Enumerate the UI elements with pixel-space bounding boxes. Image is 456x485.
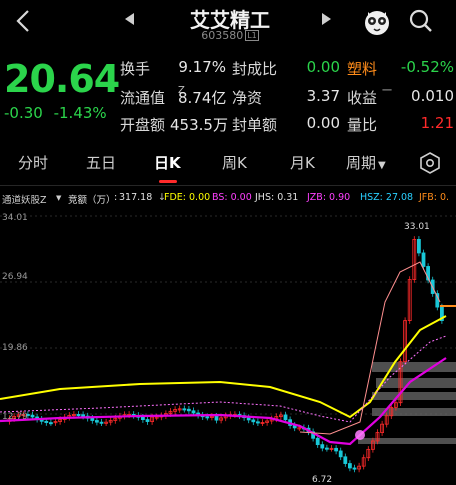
net-asset-label: 净资	[232, 89, 263, 107]
dropdown-caret-icon: ▼	[378, 160, 386, 171]
low-annotation: 6.72	[312, 475, 332, 485]
earnings-label: 收益	[347, 89, 378, 107]
candle-body	[182, 408, 187, 411]
candle-body	[334, 447, 339, 452]
prev-stock-icon[interactable]	[125, 13, 134, 25]
seal-amount-label: 封单额	[232, 116, 278, 134]
active-tab-indicator	[159, 180, 177, 183]
candle-body	[347, 463, 352, 469]
kline-chart[interactable]: 34.01 26.94 19.86 12.79 33.01 6.72	[0, 212, 456, 485]
back-arrow-icon[interactable]	[12, 8, 34, 34]
level-badge: L1	[245, 30, 259, 41]
top-bar: 艾艾精工 603580 L1	[0, 0, 456, 48]
volume-ratio-value: 1.21	[420, 114, 454, 132]
candle-body	[145, 419, 150, 422]
earnings-value: 0.010	[411, 87, 454, 105]
stock-code: 603580 L1	[150, 29, 310, 42]
bid-amount-label: 竞额（万）	[68, 195, 116, 206]
earnings-mark: 一	[382, 86, 392, 97]
period-tabs: 分时 五日 日K 周K 月K 周期 ▼	[0, 146, 456, 184]
indicator-name[interactable]: 通道妖股Z	[2, 192, 47, 206]
jzb-value: JZB: 0.90	[307, 192, 351, 203]
change-amount: -0.30	[4, 104, 43, 122]
candle-body	[324, 447, 329, 450]
moving-average-lines	[0, 261, 456, 446]
seal-ratio-label: 封成比	[232, 60, 278, 78]
tab-intraday[interactable]: 分时	[18, 152, 48, 173]
sector-name[interactable]: 塑料	[347, 58, 377, 79]
chart-settings-icon[interactable]	[419, 152, 441, 174]
indicator-strip[interactable]: 通道妖股Z ▼ 竞额（万） : 317.18 ↓ FDE: 0.00 BS: 0…	[0, 192, 456, 208]
hsz-value: HSZ: 27.08	[360, 192, 414, 203]
tab-period[interactable]: 周期 ▼	[346, 152, 386, 173]
candlestick-series	[7, 236, 444, 473]
candle-body	[44, 420, 49, 423]
candle-body	[320, 444, 325, 449]
candle-body	[214, 415, 219, 421]
tab-period-label: 周期	[346, 154, 377, 172]
candle-body	[49, 422, 53, 425]
candle-body	[251, 419, 256, 423]
open-amount-value: 453.5万	[170, 116, 228, 134]
y-tick-3: 19.86	[2, 343, 28, 353]
candle-body	[283, 414, 288, 421]
candle-body	[421, 252, 426, 267]
net-asset-value: 3.37	[306, 87, 340, 105]
candle-body	[343, 456, 348, 464]
sector-change: -0.52%	[400, 58, 454, 76]
stock-code-text: 603580	[201, 29, 244, 42]
pressure-band	[372, 392, 456, 400]
candle-body	[255, 421, 260, 424]
last-price: 20.64	[4, 57, 120, 101]
turnover-value: 9.17%	[178, 58, 226, 76]
turnover-label: 换手	[120, 60, 151, 78]
tab-five-day[interactable]: 五日	[86, 152, 116, 173]
float-cap-value: 8.74亿	[178, 89, 227, 107]
owl-assistant-icon[interactable]	[362, 7, 392, 37]
candle-body	[246, 417, 251, 421]
high-annotation: 33.01	[404, 222, 430, 232]
tab-weekly-k[interactable]: 周K	[222, 152, 247, 173]
price-change: -0.30 -1.43%	[4, 104, 113, 122]
candle-body	[140, 416, 145, 420]
candle-body	[76, 414, 81, 417]
jhs-value: JHS: 0.31	[255, 192, 299, 203]
float-cap-label: 流通值	[120, 89, 166, 107]
tab-daily-k[interactable]: 日K	[154, 152, 181, 173]
tab-monthly-k[interactable]: 月K	[290, 152, 315, 173]
candle-body	[416, 239, 421, 254]
signal-dot-icon	[355, 430, 365, 440]
y-tick-4: 12.79	[2, 412, 28, 422]
candle-body	[99, 421, 104, 424]
search-icon[interactable]	[408, 8, 434, 34]
y-tick-2: 26.94	[2, 272, 28, 282]
bs-value: BS: 0.00	[212, 192, 252, 203]
open-amount-label: 开盘额	[120, 116, 166, 134]
candle-body	[315, 437, 320, 446]
candle-body	[95, 420, 99, 423]
pressure-band	[372, 362, 456, 372]
candle-body	[90, 417, 95, 421]
y-tick-top: 34.01	[2, 213, 28, 223]
seal-amount-value: 0.00	[306, 114, 340, 132]
candle-body	[352, 467, 357, 470]
fde-value: FDE: 0.00	[164, 192, 211, 203]
next-stock-icon[interactable]	[322, 13, 331, 25]
volume-ratio-label: 量比	[347, 116, 378, 134]
bid-amount-value: 317.18	[119, 192, 153, 203]
pressure-bands	[358, 362, 456, 444]
candle-body	[338, 450, 343, 458]
candle-body	[81, 414, 85, 417]
tabs-divider	[0, 185, 456, 186]
jfb-value: JFB: 0.	[419, 192, 450, 203]
candle-body	[191, 410, 196, 414]
candle-body	[30, 414, 35, 418]
seal-ratio-value: 0.00	[306, 58, 340, 76]
bid-amount-value-prefix: :	[114, 192, 118, 203]
candle-body	[205, 416, 210, 419]
candle-body	[186, 408, 191, 412]
change-percent: -1.43%	[53, 104, 107, 122]
indicator-caret-icon[interactable]: ▼	[56, 194, 61, 202]
